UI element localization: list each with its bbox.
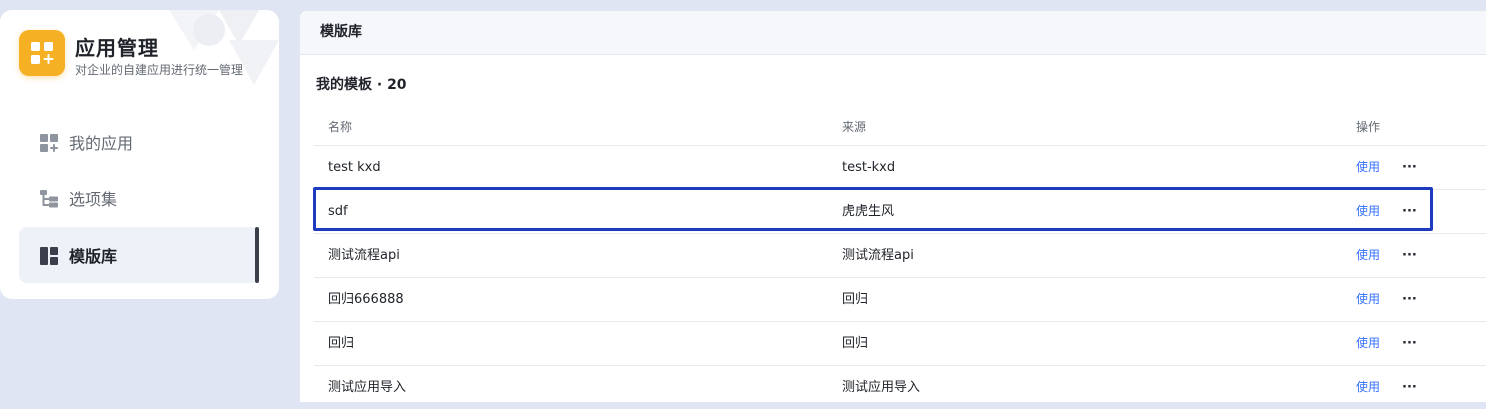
app-title: 应用管理 — [75, 36, 159, 60]
template-layout-icon — [40, 247, 58, 265]
table-header-row: 名称 来源 操作 — [314, 110, 1486, 146]
table-row: sdf 虎虎生风 使用 ··· — [314, 190, 1486, 234]
column-header-source: 来源 — [842, 120, 867, 134]
template-source: 回归 — [842, 336, 869, 351]
more-options-icon[interactable]: ··· — [1402, 190, 1417, 233]
template-source: 虎虎生风 — [842, 204, 895, 219]
more-options-icon[interactable]: ··· — [1402, 366, 1417, 409]
sidebar-item-label: 选项集 — [69, 190, 118, 209]
template-source: test-kxd — [842, 160, 896, 175]
template-name: 回归 — [328, 336, 355, 351]
table-row: 测试流程api 测试流程api 使用 ··· — [314, 234, 1486, 278]
template-source: 回归 — [842, 292, 869, 307]
table-row: 回归 回归 使用 ··· — [314, 322, 1486, 366]
use-button[interactable]: 使用 — [1356, 146, 1380, 189]
app-subtitle: 对企业的自建应用进行统一管理 — [75, 63, 244, 77]
more-options-icon[interactable]: ··· — [1402, 278, 1417, 321]
template-library-panel: 模版库 我的模板 · 20 名称 来源 操作 test kxd test-kxd… — [299, 10, 1486, 402]
sidebar-item-options[interactable]: 选项集 — [19, 170, 259, 226]
template-source: 测试应用导入 — [842, 380, 921, 395]
app-logo-icon — [19, 30, 65, 76]
template-source: 测试流程api — [842, 248, 914, 263]
column-header-actions: 操作 — [1356, 120, 1381, 134]
table-row: 测试应用导入 测试应用导入 使用 ··· — [314, 366, 1486, 409]
use-button[interactable]: 使用 — [1356, 366, 1380, 409]
template-name: sdf — [328, 204, 348, 219]
use-button[interactable]: 使用 — [1356, 278, 1380, 321]
template-table: 名称 来源 操作 test kxd test-kxd 使用 ··· sdf 虎虎… — [314, 110, 1486, 409]
tree-options-icon — [40, 190, 58, 208]
use-button[interactable]: 使用 — [1356, 322, 1380, 365]
more-options-icon[interactable]: ··· — [1402, 234, 1417, 277]
section-title: 我的模板 · 20 — [316, 77, 407, 93]
sidebar-item-my-apps[interactable]: 我的应用 — [19, 114, 259, 170]
sidebar-item-label: 模版库 — [69, 247, 118, 266]
template-name: 回归666888 — [328, 292, 404, 307]
page-title: 模版库 — [300, 11, 1486, 55]
column-header-name: 名称 — [328, 120, 353, 134]
more-options-icon[interactable]: ··· — [1402, 146, 1417, 189]
template-name: test kxd — [328, 160, 381, 175]
table-row: test kxd test-kxd 使用 ··· — [314, 146, 1486, 190]
use-button[interactable]: 使用 — [1356, 234, 1380, 277]
template-name: 测试应用导入 — [328, 380, 407, 395]
sidebar-item-label: 我的应用 — [69, 134, 134, 153]
template-name: 测试流程api — [328, 248, 400, 263]
use-button[interactable]: 使用 — [1356, 190, 1380, 233]
apps-grid-icon — [40, 134, 58, 152]
sidebar-card: 应用管理 对企业的自建应用进行统一管理 我的应用 选项集 模版库 — [0, 10, 279, 299]
sidebar-item-templates[interactable]: 模版库 — [19, 227, 259, 283]
table-row: 回归666888 回归 使用 ··· — [314, 278, 1486, 322]
more-options-icon[interactable]: ··· — [1402, 322, 1417, 365]
